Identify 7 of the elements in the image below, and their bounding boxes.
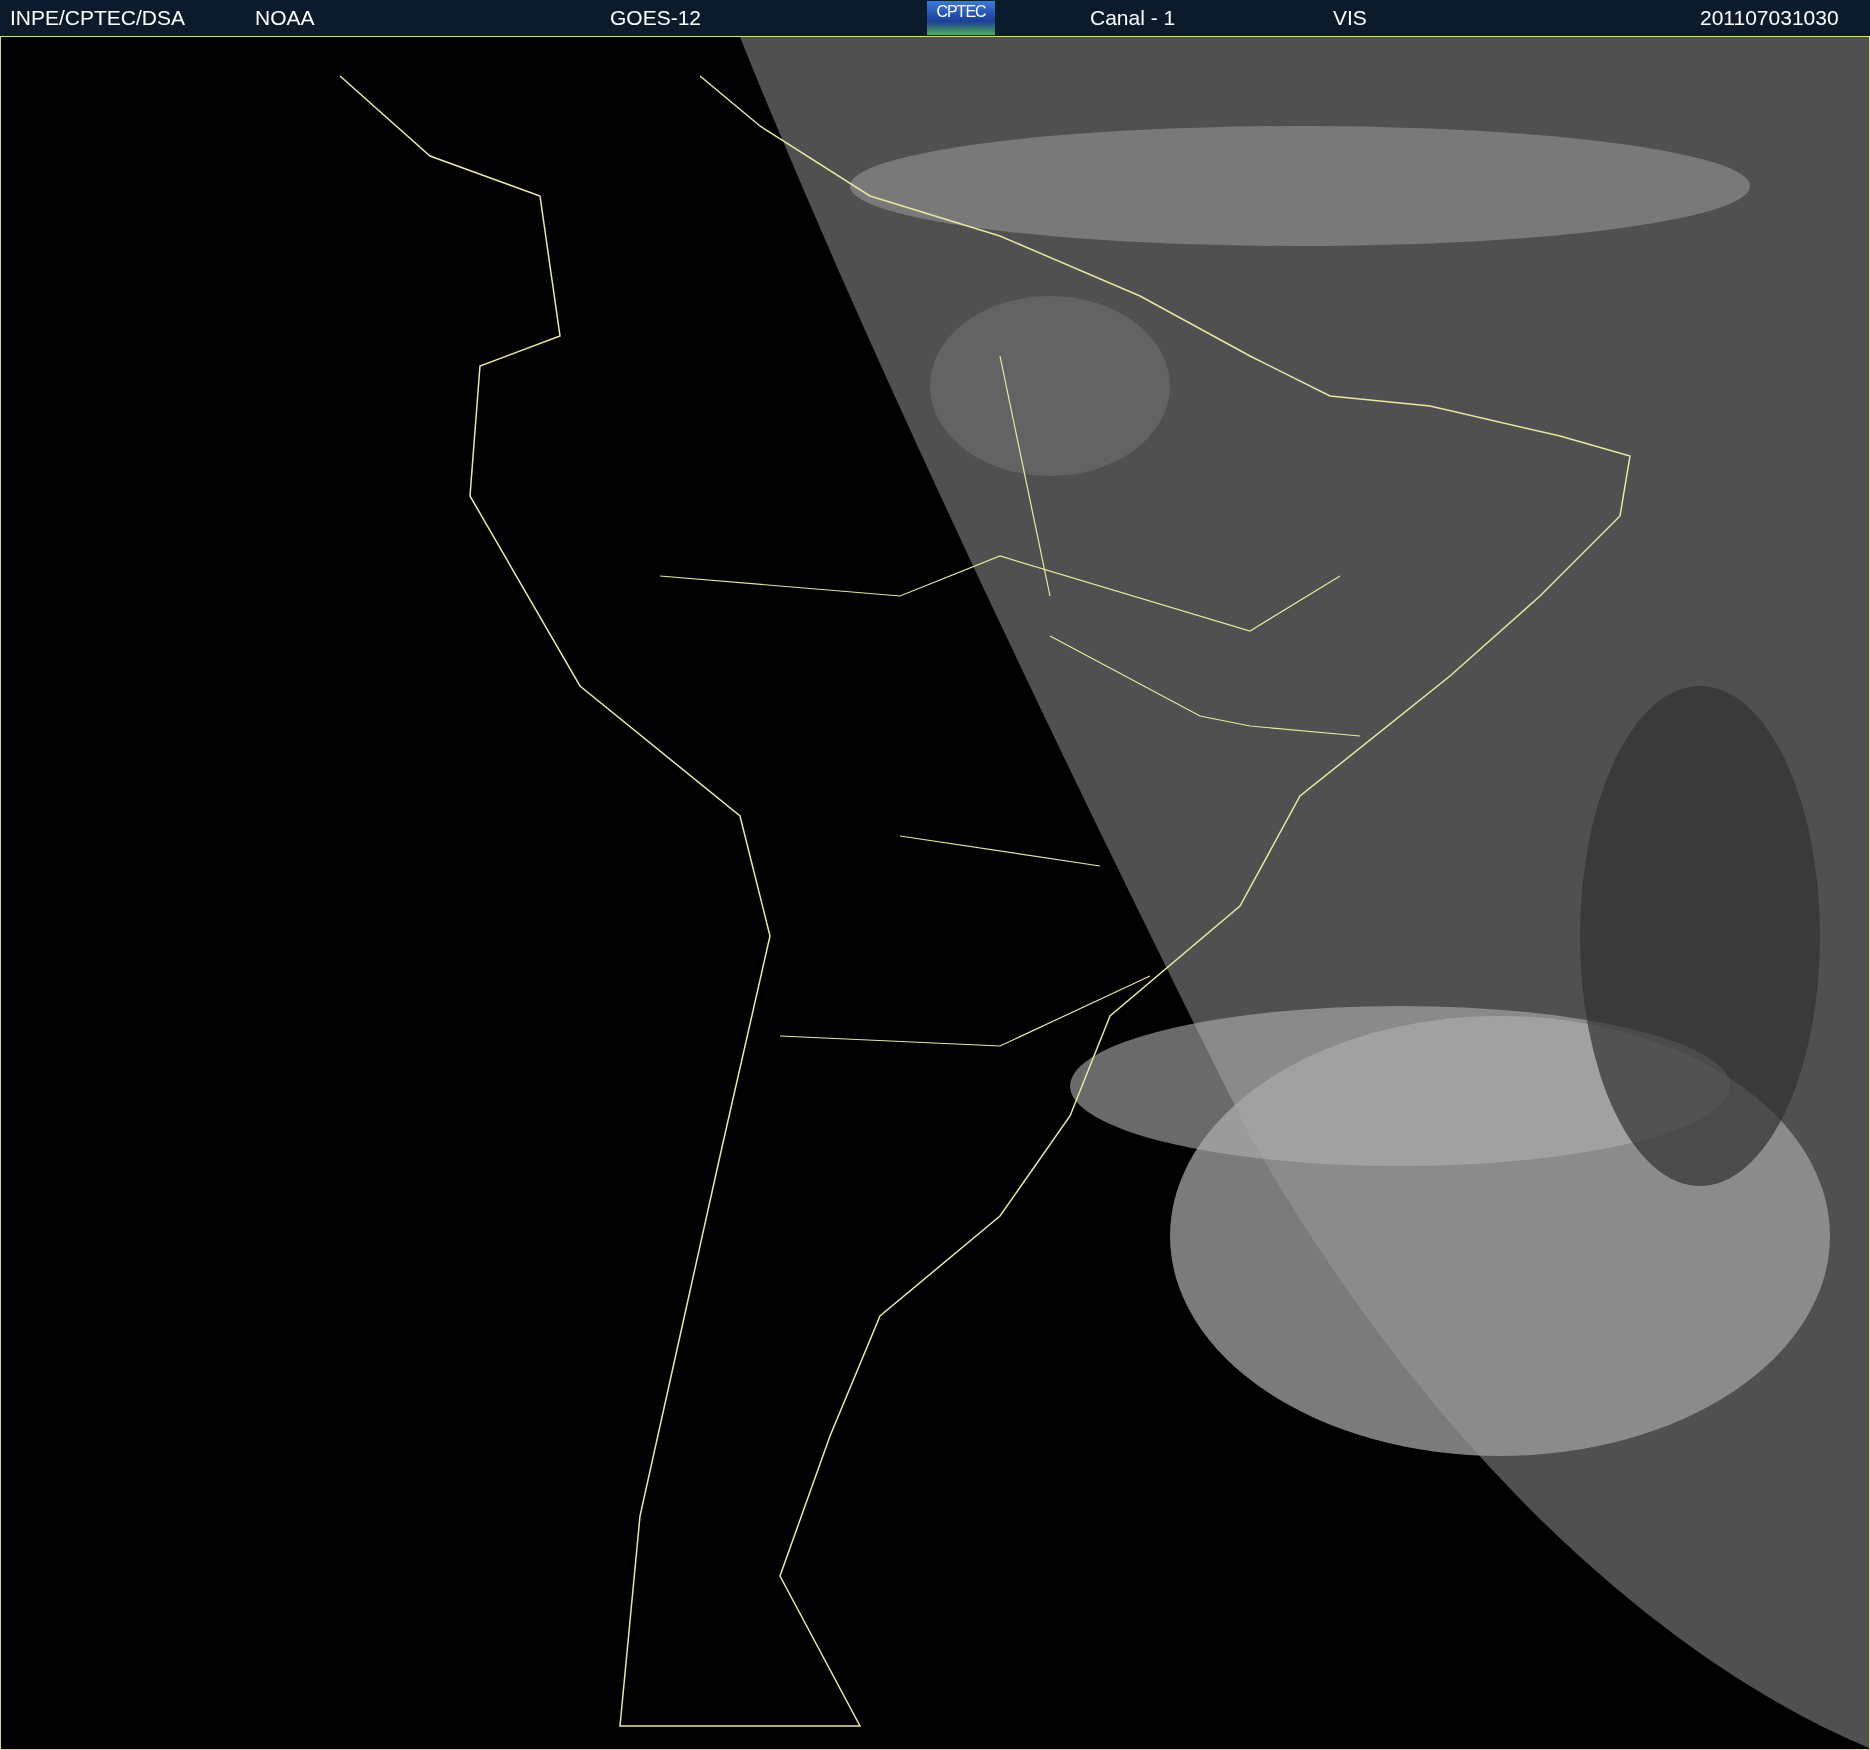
agency-label: NOAA	[255, 6, 315, 30]
channel-label: Canal - 1	[1090, 6, 1176, 30]
logo: CPTEC	[927, 1, 995, 35]
source-label: INPE/CPTEC/DSA	[10, 6, 186, 30]
satellite-label: GOES-12	[610, 6, 702, 30]
timestamp-label: 201107031030	[1700, 6, 1839, 30]
band-label: VIS	[1333, 6, 1367, 30]
